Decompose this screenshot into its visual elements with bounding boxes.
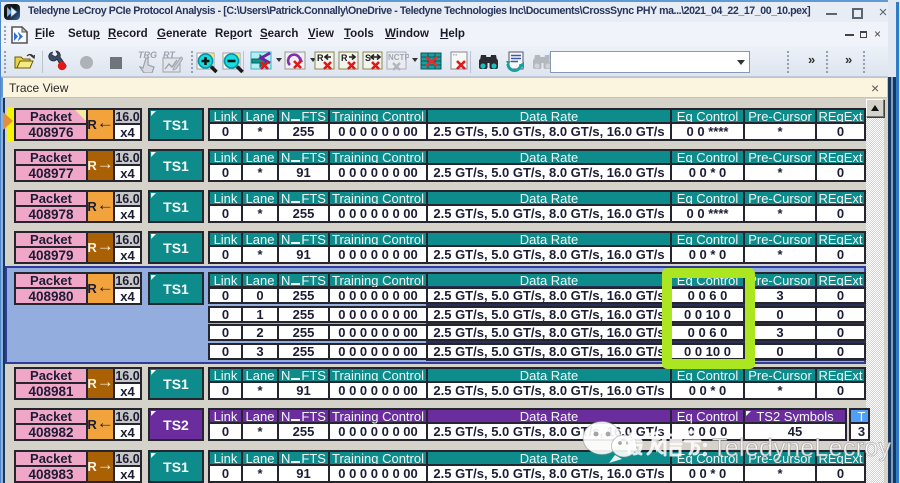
svg-text:R: R: [341, 53, 348, 63]
svg-text:R: R: [317, 53, 324, 63]
svg-text:TeledyneLecroy: TeledyneLecroy: [712, 434, 892, 462]
svg-text:S: S: [365, 53, 371, 63]
svg-text:NCTP: NCTP: [388, 53, 409, 62]
svg-text:''': ''': [453, 54, 457, 61]
